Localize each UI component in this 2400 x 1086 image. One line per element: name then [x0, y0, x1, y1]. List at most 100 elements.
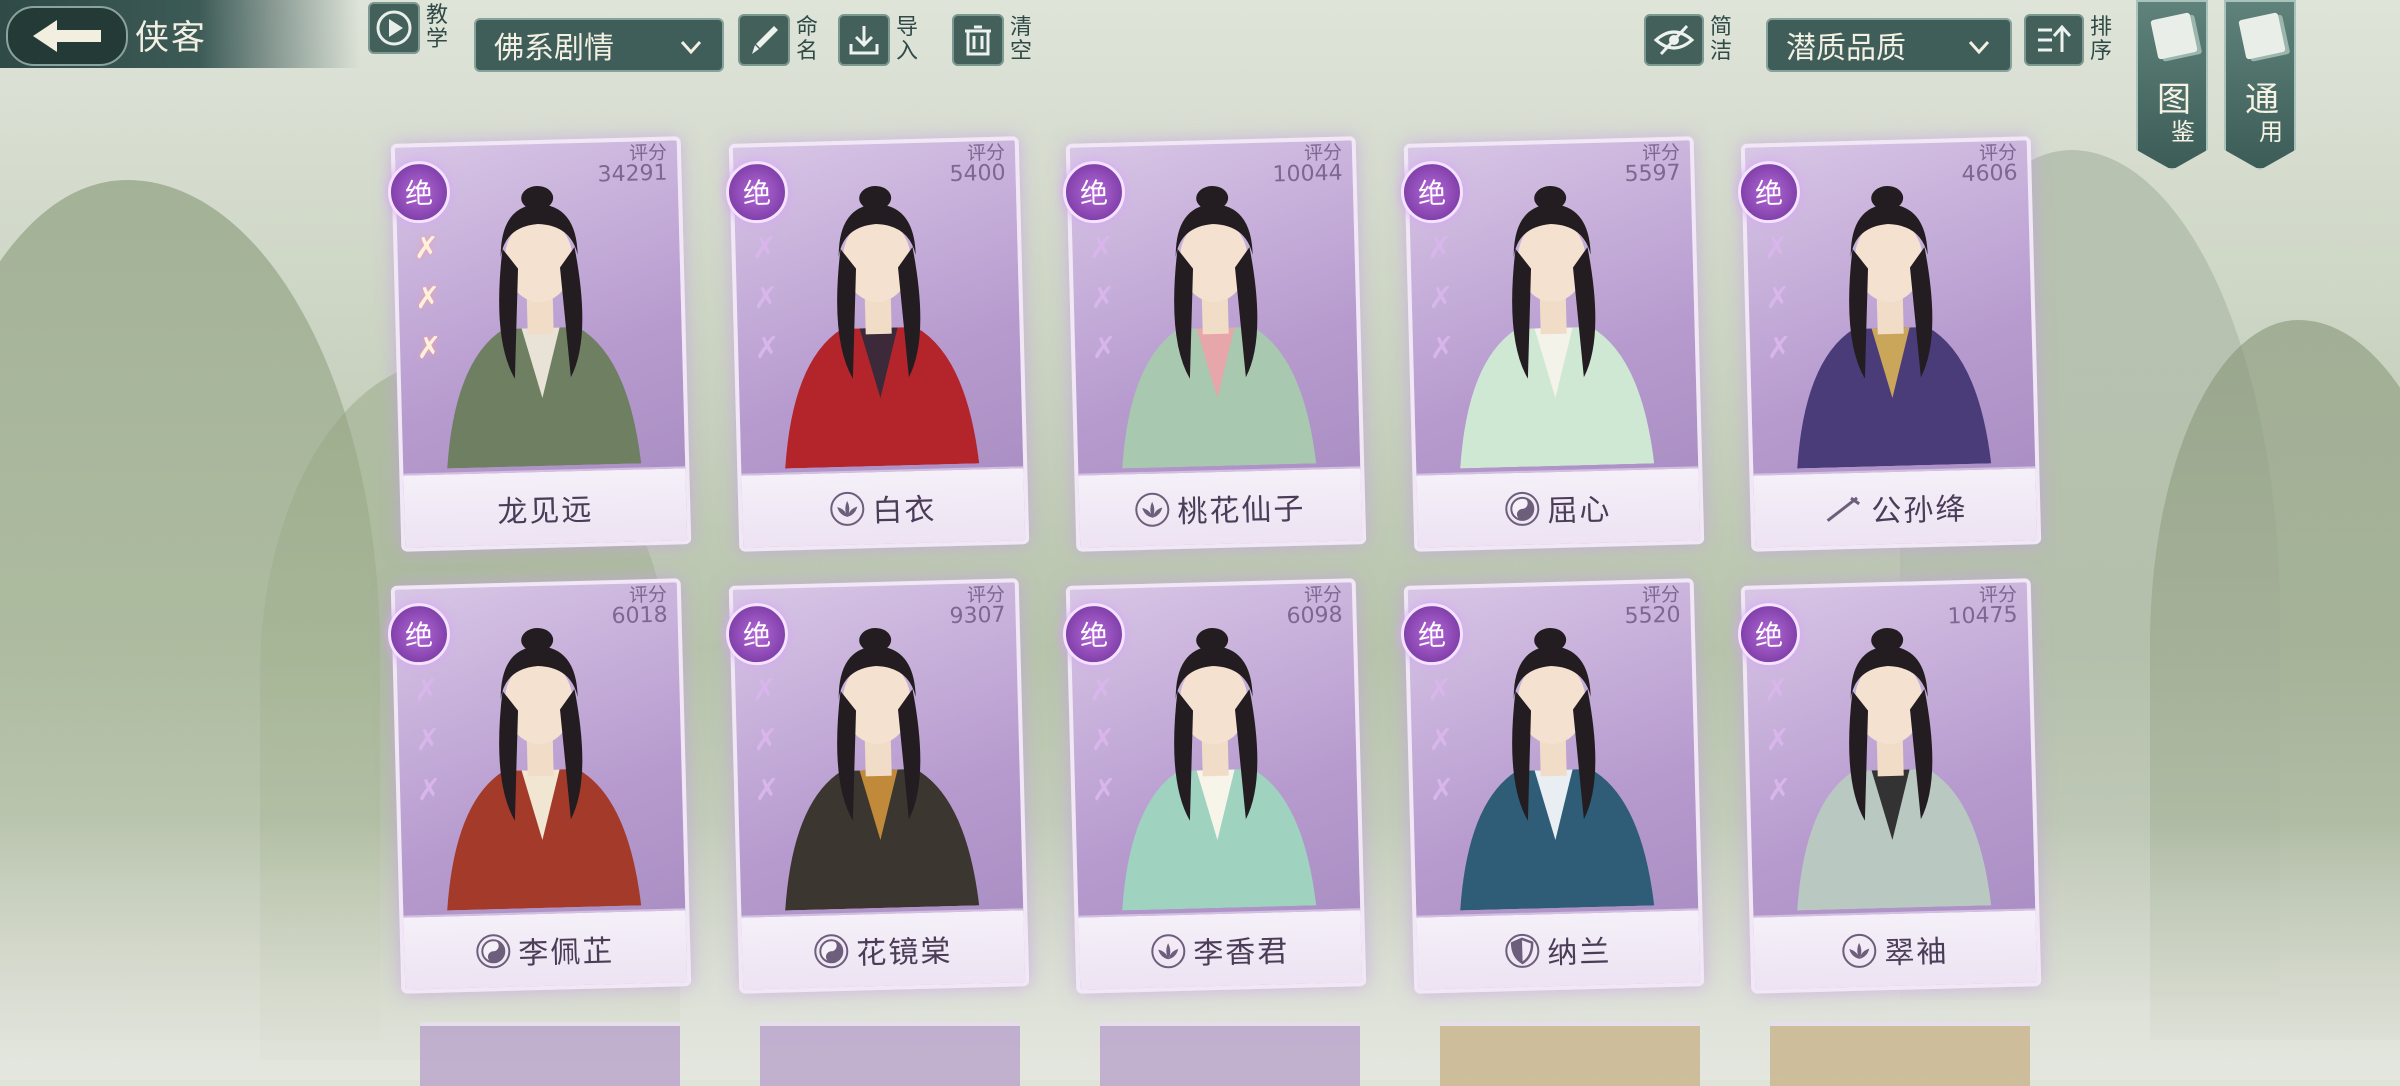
- character-name: 龙见远: [496, 492, 594, 531]
- star-icon: ✗: [416, 330, 443, 367]
- import-label: 导入: [895, 15, 918, 64]
- star-icon: ✗: [1088, 230, 1115, 267]
- filter-dropdown-value: 佛系剧情: [494, 31, 614, 66]
- shield-icon: [1504, 933, 1540, 969]
- sort-dropdown-value: 潜质品质: [1786, 31, 1906, 66]
- sort-button[interactable]: 排序: [2024, 14, 2114, 66]
- trash-icon: [965, 25, 991, 56]
- name-bar: 纳兰: [1416, 908, 1701, 990]
- name-bar: 李香君: [1078, 908, 1363, 990]
- card-partial[interactable]: [1100, 1022, 1360, 1086]
- character-card[interactable]: ✗ ✗ ✗ 绝评分 4606 公孙绛: [1737, 136, 2042, 552]
- character-name: 李佩芷: [517, 934, 615, 972]
- potential-stars: ✗ ✗ ✗: [1761, 230, 1801, 381]
- rename-button[interactable]: 命名: [738, 14, 820, 66]
- star-icon: ✗: [1763, 230, 1790, 267]
- scroll-icon: [2238, 12, 2286, 60]
- character-card[interactable]: ✗ ✗ ✗ 绝评分 5597 屈心: [1400, 136, 1705, 552]
- yinyang-icon: [475, 933, 511, 969]
- import-button[interactable]: 导入: [838, 14, 920, 66]
- star-icon: ✗: [1764, 280, 1791, 317]
- star-icon: ✗: [1766, 330, 1793, 367]
- sort-label: 排序: [2089, 15, 2112, 64]
- score-value: 5597: [1624, 160, 1681, 188]
- character-name: 白衣: [871, 492, 937, 530]
- character-card[interactable]: ✗ ✗ ✗ 绝评分 6098 李香君: [1062, 578, 1367, 994]
- potential-stars: ✗ ✗ ✗: [1086, 672, 1126, 823]
- character-name: 纳兰: [1546, 934, 1612, 972]
- lotus-icon: [1134, 492, 1170, 528]
- potential-stars: ✗ ✗ ✗: [1086, 230, 1126, 381]
- character-card[interactable]: ✗ ✗ ✗ 绝评分 6018 李佩芷: [387, 578, 692, 994]
- download-icon: [849, 26, 879, 55]
- clear-label: 清空: [1009, 15, 1032, 64]
- name-bar: 李佩芷: [403, 908, 688, 990]
- star-icon: ✗: [754, 772, 781, 809]
- star-icon: ✗: [754, 330, 781, 367]
- star-icon: ✗: [1088, 672, 1115, 709]
- star-icon: ✗: [751, 230, 778, 267]
- character-card[interactable]: ✗ ✗ ✗ 绝评分 5400 白衣: [725, 136, 1030, 552]
- star-icon: ✗: [1766, 772, 1793, 809]
- general-tab-label: 通: [2245, 80, 2279, 120]
- filter-dropdown[interactable]: 佛系剧情: [474, 18, 724, 72]
- score-value: 5400: [949, 160, 1006, 188]
- back-arrow-icon: [33, 20, 101, 52]
- character-name: 翠袖: [1883, 934, 1949, 972]
- potential-stars: ✗ ✗ ✗: [749, 672, 789, 823]
- name-bar: 龙见远: [403, 466, 688, 548]
- card-partial[interactable]: [760, 1022, 1020, 1086]
- lotus-icon: [829, 491, 865, 527]
- character-card[interactable]: ✗ ✗ ✗ 绝评分 10044 桃花仙子: [1062, 136, 1367, 552]
- sort-icon: [2038, 24, 2072, 52]
- star-icon: ✗: [752, 280, 779, 317]
- name-bar: 花镜棠: [741, 908, 1026, 990]
- score-value: 6018: [611, 602, 668, 630]
- potential-stars: ✗ ✗ ✗: [1424, 230, 1464, 381]
- general-tab-label-sub: 用: [2259, 118, 2283, 146]
- star-icon: ✗: [1763, 672, 1790, 709]
- character-name: 公孙绛: [1870, 492, 1968, 530]
- star-icon: ✗: [1427, 280, 1454, 317]
- score-value: 4606: [1961, 160, 2018, 188]
- codex-tab[interactable]: 图 鉴: [2136, 0, 2208, 170]
- clear-button[interactable]: 清空: [952, 14, 1034, 66]
- name-bar: 翠袖: [1753, 908, 2038, 990]
- codex-tab-label: 图: [2157, 80, 2191, 120]
- sort-dropdown[interactable]: 潜质品质: [1766, 18, 2012, 72]
- simple-view-label: 简洁: [1709, 15, 1732, 64]
- name-bar: 桃花仙子: [1078, 466, 1363, 548]
- star-icon: ✗: [1089, 722, 1116, 759]
- star-icon: ✗: [751, 672, 778, 709]
- score-value: 10044: [1272, 160, 1343, 188]
- card-partial[interactable]: [1440, 1022, 1700, 1086]
- star-icon: ✗: [1427, 722, 1454, 759]
- character-card[interactable]: ✗ ✗ ✗ 绝评分 9307 花镜棠: [725, 578, 1030, 994]
- score-value: 6098: [1286, 602, 1343, 630]
- character-card[interactable]: ✗ ✗ ✗ 绝评分 5520 纳兰: [1400, 578, 1705, 994]
- card-partial[interactable]: [1770, 1022, 2030, 1086]
- lotus-icon: [1150, 933, 1186, 969]
- star-icon: ✗: [1089, 280, 1116, 317]
- score-value: 5520: [1624, 602, 1681, 630]
- score-value: 9307: [949, 602, 1006, 630]
- star-icon: ✗: [413, 672, 440, 709]
- sword-icon: [1823, 492, 1864, 527]
- back-button[interactable]: [6, 6, 128, 66]
- character-card[interactable]: ✗ ✗ ✗ 绝评分 34291 龙见远: [387, 136, 692, 552]
- general-tab[interactable]: 通 用: [2224, 0, 2296, 170]
- tutorial-button[interactable]: 教学: [368, 2, 450, 54]
- name-bar: 屈心: [1416, 466, 1701, 548]
- star-icon: ✗: [1426, 230, 1453, 267]
- character-card[interactable]: ✗ ✗ ✗ 绝评分 10475 翠袖: [1737, 578, 2042, 994]
- top-bar: 侠客 教学 佛系剧情 命名 导入 清空 简洁 潜质品质 排序 图 鉴 通 用: [0, 0, 2400, 170]
- card-partial[interactable]: [420, 1022, 680, 1086]
- name-bar: 公孙绛: [1753, 466, 2038, 548]
- simple-view-button[interactable]: 简洁: [1644, 14, 1734, 66]
- character-name: 桃花仙子: [1176, 491, 1306, 531]
- star-icon: ✗: [1429, 330, 1456, 367]
- score-value: 34291: [597, 160, 668, 188]
- star-icon: ✗: [752, 722, 779, 759]
- score-value: 10475: [1947, 602, 2018, 630]
- potential-stars: ✗ ✗ ✗: [411, 672, 451, 823]
